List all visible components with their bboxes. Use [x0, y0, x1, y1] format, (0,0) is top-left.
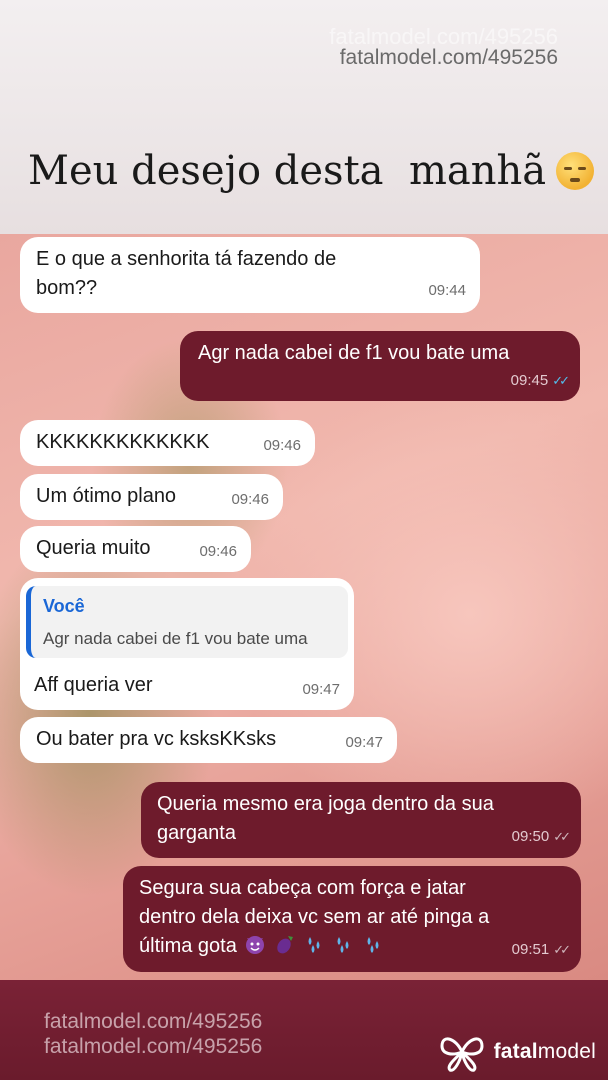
- message-line: E o que a senhorita tá fazendo de: [36, 248, 337, 270]
- sweat-drops-icon: [363, 933, 385, 964]
- watermark-bottom: fatalmodel.com/495256: [44, 1010, 263, 1033]
- message-time: 09:45 ✓✓: [510, 366, 570, 395]
- message-time: 09:46: [263, 437, 301, 454]
- message-outgoing: Agr nada cabei de f1 vou bate uma 09:45 ✓…: [180, 331, 580, 401]
- message-line: última gota: [139, 935, 237, 957]
- message-time: 09:44: [428, 282, 466, 299]
- message-line: Agr nada cabei de f1 vou bate uma: [198, 342, 510, 364]
- sweat-drops-icon: [304, 933, 326, 964]
- double-check-read-icon: ✓✓: [552, 373, 570, 388]
- message-outgoing: Segura sua cabeça com força e jatar dent…: [123, 866, 581, 972]
- message-time: 09:47: [345, 734, 383, 751]
- message-time: 09:51 ✓✓: [511, 935, 571, 964]
- time-text: 09:51: [511, 941, 550, 958]
- watermark-top: fatalmodel.com/495256: [339, 46, 558, 69]
- brand-logo[interactable]: fatal model: [438, 1032, 596, 1072]
- headline-text: Meu desejo desta manhã: [28, 148, 547, 194]
- message-line: Segura sua cabeça com força e jatar: [139, 877, 466, 899]
- message-line: bom??: [36, 277, 98, 299]
- message-line-with-emojis: última gota: [139, 932, 565, 964]
- sleepy-face-icon: [556, 152, 595, 190]
- time-text: 09:50: [511, 828, 550, 845]
- brand-name-bold: fatal: [493, 1040, 538, 1063]
- watermark-bottom: fatalmodel.com/495256: [44, 1035, 263, 1058]
- double-check-icon: ✓✓: [553, 829, 571, 844]
- brand-name-regular: model: [537, 1040, 596, 1063]
- message-time: 09:46: [231, 491, 269, 508]
- message-line: Queria mesmo era joga dentro da sua: [157, 793, 494, 815]
- message-line: Ou bater pra vc ksksKKsks: [36, 728, 277, 750]
- message-incoming: Um ótimo plano 09:46: [20, 474, 283, 520]
- message-incoming: KKKKKKKKKKKKK 09:46: [20, 420, 315, 466]
- chat-screenshot: E o que a senhorita tá fazendo de bom?? …: [0, 234, 608, 980]
- message-incoming: Ou bater pra vc ksksKKsks 09:47: [20, 717, 397, 763]
- message-incoming: E o que a senhorita tá fazendo de bom?? …: [20, 237, 480, 313]
- message-incoming-reply: Você Agr nada cabei de f1 vou bate uma A…: [20, 578, 354, 710]
- quoted-author: Você: [43, 596, 85, 616]
- message-incoming: Queria muito 09:46: [20, 526, 251, 572]
- eggplant-icon: [274, 933, 296, 964]
- message-time: 09:50 ✓✓: [511, 822, 571, 851]
- story-headline: Meu desejo desta manhã: [28, 148, 595, 194]
- message-time: 09:46: [199, 543, 237, 560]
- story-header: fatalmodel.com/495256 fatalmodel.com/495…: [0, 0, 608, 234]
- quoted-message[interactable]: Você Agr nada cabei de f1 vou bate uma: [26, 586, 348, 658]
- message-line: garganta: [157, 822, 236, 844]
- sweat-drops-icon: [333, 933, 355, 964]
- double-check-icon: ✓✓: [553, 942, 571, 957]
- devil-icon: [244, 933, 266, 964]
- quoted-text: Agr nada cabei de f1 vou bate uma: [43, 629, 308, 648]
- time-text: 09:45: [510, 372, 549, 389]
- butterfly-logo-icon: [440, 1037, 484, 1072]
- message-line: dentro dela deixa vc sem ar até pinga a: [139, 906, 490, 928]
- message-time: 09:47: [302, 681, 340, 698]
- message-outgoing: Queria mesmo era joga dentro da sua garg…: [141, 782, 581, 858]
- message-line: Aff queria ver: [34, 674, 153, 696]
- message-line: KKKKKKKKKKKKK: [36, 431, 210, 453]
- story-footer: fatalmodel.com/495256 fatalmodel.com/495…: [0, 980, 608, 1080]
